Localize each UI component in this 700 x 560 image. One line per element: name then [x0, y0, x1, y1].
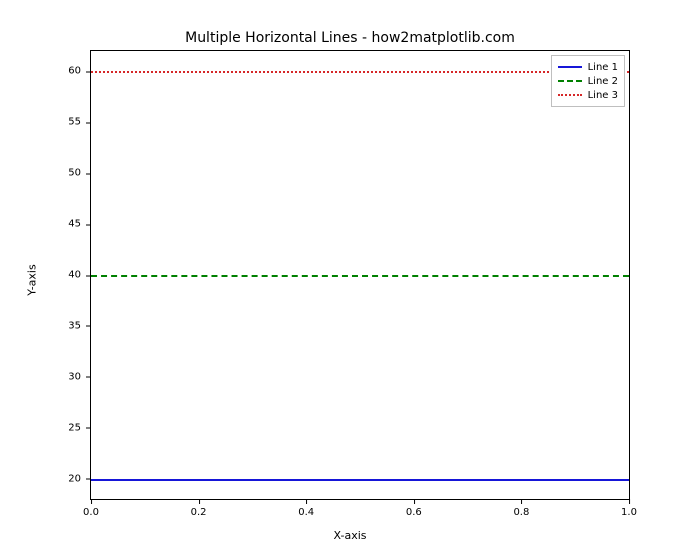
y-tick: 60 [68, 66, 91, 77]
x-tick: 0.6 [406, 499, 422, 518]
legend-swatch-solid [558, 66, 582, 68]
y-axis-label: Y-axis [26, 264, 39, 295]
x-tick: 1.0 [621, 499, 637, 518]
legend-label: Line 3 [588, 90, 618, 101]
y-tick: 30 [68, 371, 91, 382]
line-3 [91, 71, 629, 73]
line-1 [91, 479, 629, 481]
legend-entry: Line 2 [558, 74, 618, 88]
chart-figure: Multiple Horizontal Lines - how2matplotl… [0, 0, 700, 560]
y-tick: 35 [68, 320, 91, 331]
legend-swatch-dashed [558, 80, 582, 82]
y-tick: 50 [68, 168, 91, 179]
chart-title: Multiple Horizontal Lines - how2matplotl… [0, 30, 700, 46]
legend-swatch-dotted [558, 94, 582, 96]
x-tick: 0.8 [513, 499, 529, 518]
y-tick: 40 [68, 270, 91, 281]
x-tick: 0.0 [83, 499, 99, 518]
y-tick: 25 [68, 422, 91, 433]
line-2 [91, 275, 629, 277]
legend-label: Line 1 [588, 62, 618, 73]
x-tick: 0.4 [298, 499, 314, 518]
legend-entry: Line 1 [558, 60, 618, 74]
x-axis-label: X-axis [0, 529, 700, 542]
legend-entry: Line 3 [558, 88, 618, 102]
y-tick: 20 [68, 473, 91, 484]
plot-area: 20 25 30 35 40 45 50 55 60 0.0 0.2 0.4 0… [90, 50, 630, 500]
legend-label: Line 2 [588, 76, 618, 87]
legend: Line 1 Line 2 Line 3 [551, 55, 625, 107]
y-tick: 55 [68, 117, 91, 128]
y-tick: 45 [68, 219, 91, 230]
x-tick: 0.2 [191, 499, 207, 518]
